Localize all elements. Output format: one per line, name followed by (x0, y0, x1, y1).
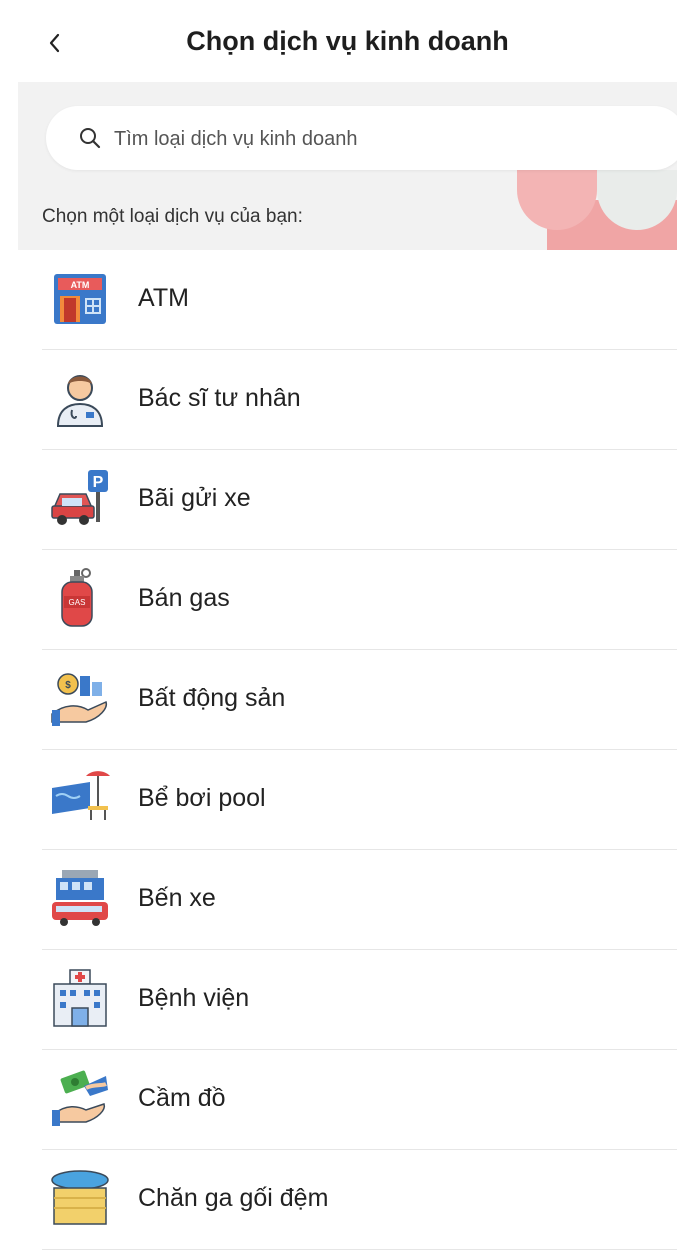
choose-service-label: Chọn một loại dịch vụ của bạn: (42, 206, 303, 227)
service-item-parking[interactable]: P Bãi gửi xe (42, 450, 677, 550)
service-item-atm[interactable]: ATM ATM (42, 250, 677, 350)
service-item-pawn[interactable]: Cầm đồ (42, 1050, 677, 1150)
real-estate-icon: $ (51, 673, 108, 726)
svg-text:$: $ (65, 680, 71, 691)
shop-awning-decoration (517, 170, 677, 250)
hospital-icon (53, 969, 107, 1027)
gas-cylinder-icon: GAS (61, 568, 93, 627)
search-box[interactable] (46, 106, 677, 170)
service-label: Bệnh viện (138, 984, 250, 1012)
service-label: Bể bơi pool (138, 784, 266, 812)
service-item-hospital[interactable]: Bệnh viện (42, 950, 677, 1050)
bus-station-icon (52, 870, 108, 926)
search-icon (80, 128, 101, 149)
pawn-icon (52, 1070, 108, 1126)
search-section: Chọn một loại dịch vụ của bạn: (18, 82, 677, 250)
pool-icon (52, 771, 110, 820)
bedding-icon (51, 1170, 109, 1225)
service-label: Bán gas (138, 584, 230, 612)
service-item-pool[interactable]: Bể bơi pool (42, 750, 677, 850)
service-list: ATM ATM Bác sĩ tư nhân P Bãi gửi xe GAS … (42, 250, 677, 1250)
parking-icon: P (51, 470, 108, 525)
service-label: Bác sĩ tư nhân (138, 384, 301, 412)
header: Chọn dịch vụ kinh doanh (18, 0, 677, 82)
screen: Chọn dịch vụ kinh doanh Chọn một loại dị… (0, 0, 677, 1250)
service-item-bedding[interactable]: Chăn ga gối đệm (42, 1150, 677, 1250)
service-item-real-estate[interactable]: $ Bất động sản (42, 650, 677, 750)
service-item-bus-station[interactable]: Bến xe (42, 850, 677, 950)
svg-text:ATM: ATM (71, 280, 90, 290)
service-label: ATM (138, 284, 189, 312)
page-title: Chọn dịch vụ kinh doanh (186, 26, 509, 56)
service-label: Chăn ga gối đệm (138, 1184, 329, 1212)
service-label: Bất động sản (138, 684, 286, 712)
service-item-gas[interactable]: GAS Bán gas (42, 550, 677, 650)
service-label: Bến xe (138, 884, 216, 912)
atm-icon: ATM (54, 274, 106, 324)
search-input[interactable] (112, 118, 656, 160)
service-label: Cầm đồ (138, 1084, 226, 1112)
doctor-icon (56, 375, 104, 427)
svg-text:P: P (93, 474, 104, 491)
service-label: Bãi gửi xe (138, 484, 251, 512)
svg-text:GAS: GAS (69, 598, 86, 607)
service-item-doctor[interactable]: Bác sĩ tư nhân (42, 350, 677, 450)
